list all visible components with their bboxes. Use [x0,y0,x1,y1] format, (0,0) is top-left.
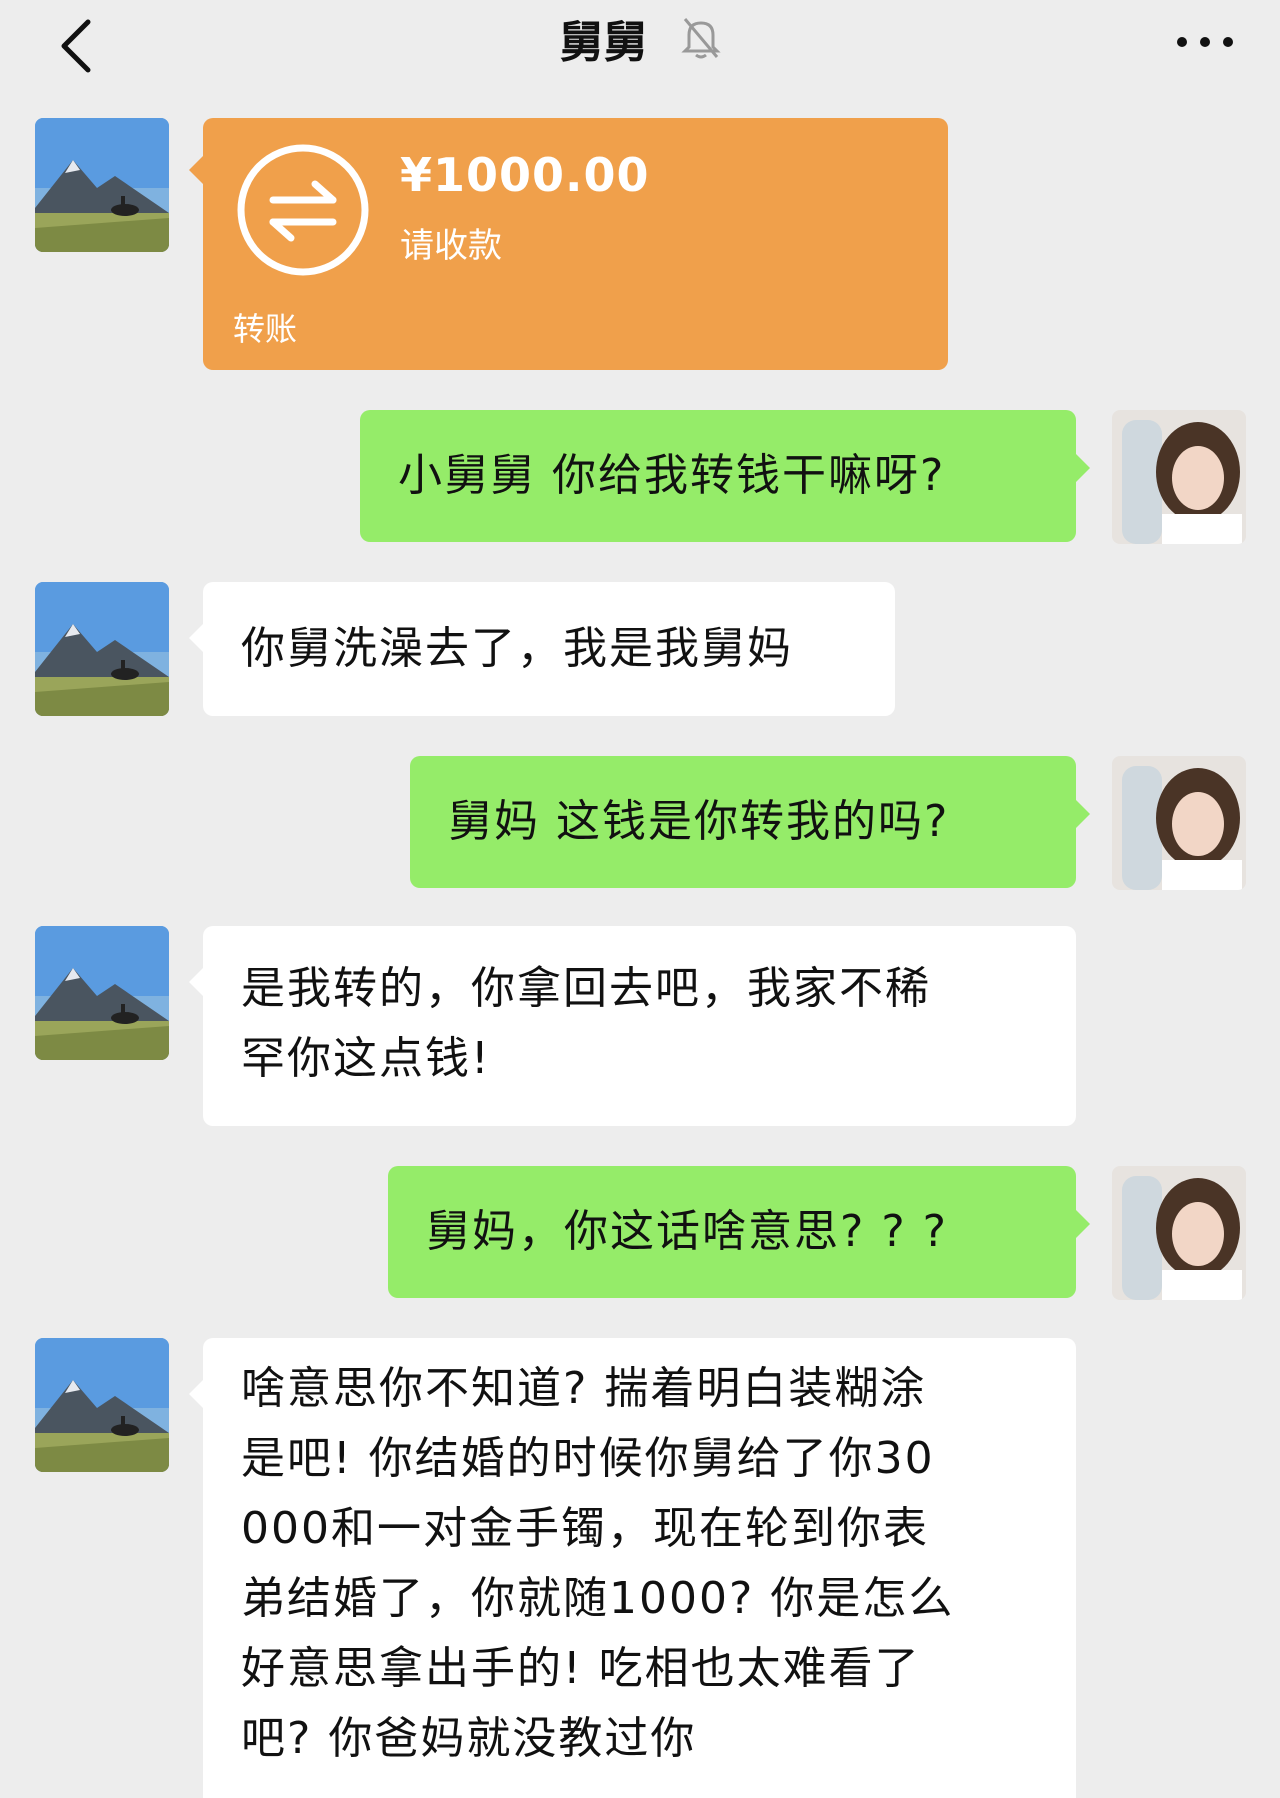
avatar-uncle[interactable] [35,582,169,716]
message-row: 是我转的，你拿回去吧，我家不稀 罕你这点钱! [0,926,1280,1126]
message-text-line: 好意思拿出手的! 吃相也太难看了 [241,1643,921,1694]
message-row: 舅妈 这钱是你转我的吗? [0,756,1280,890]
transfer-card[interactable]: ¥1000.00 请收款 转账 [189,118,948,370]
message-text-line: 是我转的，你拿回去吧，我家不稀 [241,963,931,1014]
message-bubble-other[interactable]: 你舅洗澡去了，我是我舅妈 [189,582,895,716]
bell-off-icon [681,10,721,80]
message-row: 小舅舅 你给我转钱干嘛呀? [0,410,1280,544]
avatar-self[interactable] [1112,756,1246,890]
chat-title-area: 舅舅 [0,8,1280,80]
message-text-line: 罕你这点钱! [241,1033,491,1084]
message-text-line: 弟结婚了，你就随1000? 你是怎么 [241,1573,955,1624]
message-bubble-self[interactable]: 舅妈，你这话啥意思? ? ? [388,1166,1090,1298]
message-text-line: 吧? 你爸妈就没教过你 [241,1713,697,1764]
message-row: 啥意思你不知道? 揣着明白装糊涂 是吧! 你结婚的时候你舅给了你30 000和一… [0,1338,1280,1798]
message-bubble-self[interactable]: 小舅舅 你给我转钱干嘛呀? [360,410,1090,542]
message-text-line: 啥意思你不知道? 揣着明白装糊涂 [241,1363,927,1414]
transfer-label: 转账 [233,310,298,348]
avatar-self[interactable] [1112,410,1246,544]
avatar-self[interactable] [1112,1166,1246,1300]
transfer-amount: ¥1000.00 [400,148,650,202]
avatar-uncle[interactable] [35,926,169,1060]
more-options-button[interactable] [1170,20,1240,64]
avatar-uncle[interactable] [35,1338,169,1472]
message-row: 舅妈，你这话啥意思? ? ? [0,1166,1280,1300]
message-row: ¥1000.00 请收款 转账 [0,118,1280,378]
avatar-uncle[interactable] [35,118,169,252]
more-dots-icon [1177,37,1233,47]
transfer-icon [237,144,369,276]
message-bubble-other[interactable]: 啥意思你不知道? 揣着明白装糊涂 是吧! 你结婚的时候你舅给了你30 000和一… [189,1338,1076,1798]
chat-title: 舅舅 [559,17,648,68]
message-bubble-other[interactable]: 是我转的，你拿回去吧，我家不稀 罕你这点钱! [189,926,1076,1126]
message-text: 舅妈 这钱是你转我的吗? [448,796,950,847]
message-text-line: 是吧! 你结婚的时候你舅给了你30 [241,1433,935,1484]
message-text: 小舅舅 你给我转钱干嘛呀? [398,450,946,501]
message-text: 你舅洗澡去了，我是我舅妈 [241,623,793,674]
message-bubble-self[interactable]: 舅妈 这钱是你转我的吗? [410,756,1090,888]
message-text-line: 000和一对金手镯，现在轮到你表 [241,1503,929,1554]
message-text: 舅妈，你这话啥意思? ? ? [426,1206,949,1257]
transfer-status: 请收款 [400,226,502,266]
message-row: 你舅洗澡去了，我是我舅妈 [0,582,1280,716]
chat-header: 舅舅 [0,0,1280,90]
